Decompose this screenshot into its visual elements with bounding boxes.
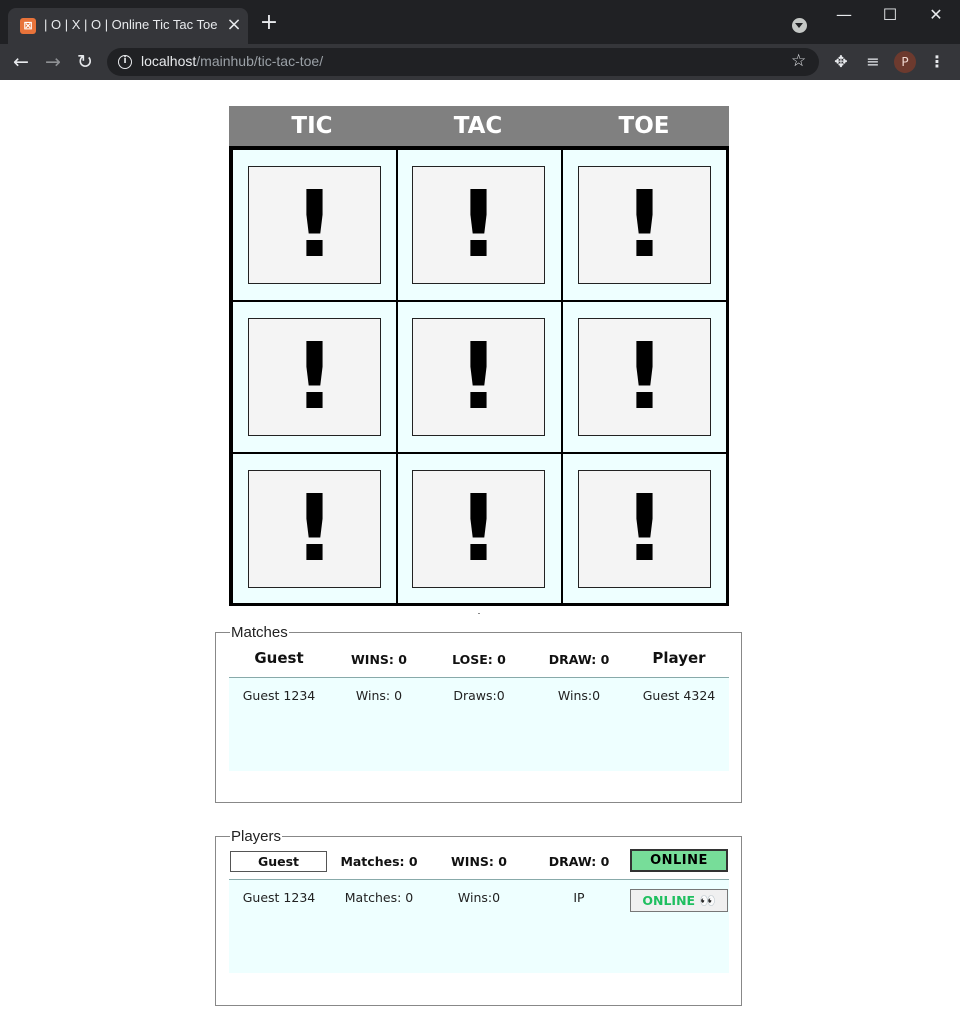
- extensions-puzzle-icon[interactable]: ✥: [830, 51, 852, 73]
- more-menu-icon[interactable]: ⋮: [926, 51, 948, 73]
- tab-close-icon[interactable]: ×: [224, 14, 244, 36]
- match-draws: Draws:0: [453, 688, 505, 703]
- players-header-row: Guest Matches: 0 WINS: 0 DRAW: 0 ONLINE: [229, 848, 729, 878]
- game-board: ! ! ! ! ! ! ! ! !: [229, 146, 729, 606]
- players-body: Guest 1234 Matches: 0 Wins:0 IP ONLINE 👀: [229, 880, 729, 973]
- browser-tab[interactable]: ⊠ | O | X | O | Online Tic Tac Toe ×: [8, 8, 248, 44]
- header-tac: TAC: [453, 113, 503, 139]
- board-cell-2: !: [396, 149, 562, 301]
- window-minimize-icon[interactable]: —: [824, 4, 864, 26]
- cell-button-4[interactable]: !: [248, 318, 381, 436]
- matches-header-guest: Guest: [254, 649, 304, 667]
- window-close-icon[interactable]: ✕: [916, 4, 956, 26]
- board-cell-6: !: [562, 301, 728, 453]
- header-toe: TOE: [618, 113, 670, 139]
- players-legend: Players: [231, 828, 282, 845]
- player-name: Guest 1234: [242, 890, 316, 905]
- cell-button-7[interactable]: !: [248, 470, 381, 588]
- media-control-icon[interactable]: ≡: [862, 51, 884, 73]
- url-path: /mainhub/tic-tac-toe/: [196, 53, 324, 69]
- board-cell-3: !: [562, 149, 728, 301]
- cell-button-5[interactable]: !: [412, 318, 545, 436]
- cell-button-2[interactable]: !: [412, 166, 545, 284]
- cell-button-1[interactable]: !: [248, 166, 381, 284]
- url-text[interactable]: localhost/mainhub/tic-tac-toe/: [141, 53, 323, 69]
- matches-header-draw: DRAW: 0: [548, 652, 610, 667]
- xampp-favicon-icon: ⊠: [20, 18, 36, 34]
- page-content: TIC TAC TOE ! ! ! ! ! ! ! ! ! Matches Gu…: [0, 80, 960, 1035]
- cell-button-8[interactable]: !: [412, 470, 545, 588]
- new-tab-icon[interactable]: +: [258, 12, 280, 34]
- site-info-icon[interactable]: i: [118, 55, 132, 69]
- online-badge-label: ONLINE: [642, 893, 696, 908]
- eyes-icon: 👀: [699, 894, 716, 909]
- player-wins: Wins:0: [457, 890, 501, 905]
- title-bar: ⊠ | O | X | O | Online Tic Tac Toe × + —…: [0, 0, 960, 44]
- matches-header-player: Player: [652, 649, 706, 667]
- player-matches: Matches: 0: [344, 890, 414, 905]
- matches-panel: Matches Guest WINS: 0 LOSE: 0 DRAW: 0 Pl…: [215, 624, 742, 803]
- cell-button-3[interactable]: !: [578, 166, 711, 284]
- matches-body: Guest 1234 Wins: 0 Draws:0 Wins:0 Guest …: [229, 678, 729, 771]
- back-arrow-icon[interactable]: ←: [9, 50, 33, 74]
- board-cell-1: !: [232, 149, 398, 301]
- players-header-matches: Matches: 0: [340, 854, 418, 869]
- board-cell-7: !: [232, 453, 398, 605]
- board-cell-9: !: [562, 453, 728, 605]
- reload-icon[interactable]: ↻: [73, 50, 97, 74]
- tab-search-dropdown-icon[interactable]: [792, 18, 807, 33]
- bookmark-star-icon[interactable]: ☆: [791, 51, 806, 71]
- board-cell-4: !: [232, 301, 398, 453]
- matches-header-wins: WINS: 0: [351, 652, 407, 667]
- board-cell-8: !: [396, 453, 562, 605]
- address-bar[interactable]: i localhost/mainhub/tic-tac-toe/ ☆: [107, 48, 819, 76]
- board-header: TIC TAC TOE: [229, 106, 729, 147]
- match-player-name: Guest 4324: [642, 688, 716, 703]
- divider-dot: [478, 613, 480, 614]
- players-panel: Players Guest Matches: 0 WINS: 0 DRAW: 0…: [215, 828, 742, 1006]
- guest-button[interactable]: Guest: [230, 851, 327, 872]
- tab-title: | O | X | O | Online Tic Tac Toe: [44, 17, 218, 32]
- matches-legend: Matches: [231, 624, 288, 641]
- online-button[interactable]: ONLINE: [630, 849, 728, 872]
- profile-avatar[interactable]: P: [894, 51, 916, 73]
- forward-arrow-icon[interactable]: →: [41, 50, 65, 74]
- player-ip: IP: [573, 890, 585, 905]
- match-player-wins: Wins:0: [557, 688, 601, 703]
- matches-header-lose: LOSE: 0: [452, 652, 506, 667]
- header-tic: TIC: [291, 113, 333, 139]
- players-header-wins: WINS: 0: [451, 854, 507, 869]
- cell-button-9[interactable]: !: [578, 470, 711, 588]
- cell-button-6[interactable]: !: [578, 318, 711, 436]
- board-cell-5: !: [396, 301, 562, 453]
- url-host: localhost: [141, 53, 197, 69]
- player-online-badge[interactable]: ONLINE 👀: [630, 889, 728, 912]
- browser-toolbar: ← → ↻ i localhost/mainhub/tic-tac-toe/ ☆…: [0, 44, 960, 80]
- players-header-draw: DRAW: 0: [548, 854, 610, 869]
- window-maximize-icon[interactable]: ☐: [870, 4, 910, 26]
- match-guest-wins: Wins: 0: [355, 688, 403, 703]
- match-guest-name: Guest 1234: [242, 688, 316, 703]
